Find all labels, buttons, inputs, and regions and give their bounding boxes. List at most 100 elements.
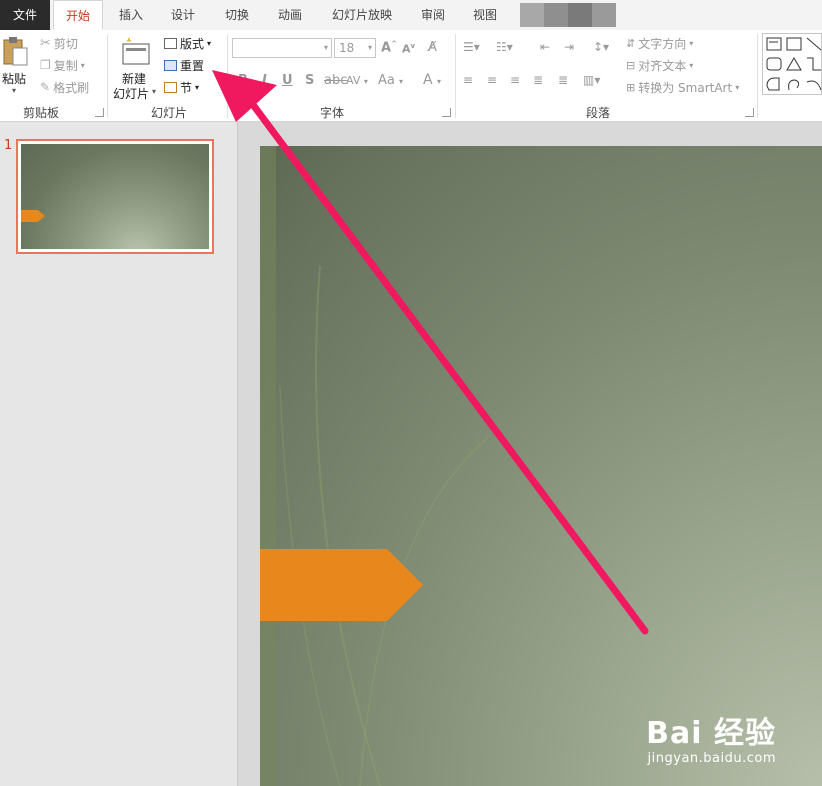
group-separator xyxy=(227,34,228,118)
group-separator xyxy=(455,34,456,118)
tab-transitions[interactable]: 切换 xyxy=(214,0,260,30)
format-painter-label: 格式刷 xyxy=(53,80,90,95)
paragraph-launcher-icon[interactable] xyxy=(745,108,754,117)
group-separator xyxy=(107,34,108,118)
chevron-down-icon: ▾ xyxy=(689,38,694,48)
tab-design[interactable]: 设计 xyxy=(160,0,206,30)
section-label: 节 xyxy=(180,80,193,95)
copy-icon: ❐ xyxy=(40,58,51,72)
paste-label: 粘贴 xyxy=(2,72,27,86)
chevron-down-icon: ▾ xyxy=(689,60,694,70)
chevron-down-icon: ▾ xyxy=(195,82,200,92)
slide-thumbnail[interactable] xyxy=(16,139,214,254)
shadow-button[interactable]: S xyxy=(305,73,314,88)
slide-thumbnail-pane: 1 xyxy=(0,122,237,786)
text-direction-icon: ⇵ xyxy=(626,36,636,50)
tab-slideshow[interactable]: 幻灯片放映 xyxy=(322,0,402,30)
copy-button[interactable]: ❐ 复制 ▾ xyxy=(40,55,85,75)
font-launcher-icon[interactable] xyxy=(442,108,451,117)
new-slide-icon xyxy=(122,37,150,65)
ribbon-home: 粘贴 ▾ ✂ 剪切 ❐ 复制 ▾ ✎ 格式刷 剪贴板 新建 幻灯片 ▾ 版式 ▾… xyxy=(0,30,822,122)
group-label-clipboard: 剪贴板 xyxy=(22,106,59,120)
align-center-icon[interactable]: ≡ xyxy=(487,73,497,87)
new-slide-label-2: 幻灯片 xyxy=(113,87,150,101)
cut-label: 剪切 xyxy=(53,36,78,51)
blurred-tab xyxy=(520,3,544,27)
shapes-gallery[interactable] xyxy=(762,33,822,95)
align-text-label: 对齐文本 xyxy=(638,58,687,73)
tab-review[interactable]: 审阅 xyxy=(410,0,456,30)
clipboard-launcher-icon[interactable] xyxy=(95,108,104,117)
chevron-down-icon: ▾ xyxy=(437,77,442,86)
numbering-icon[interactable]: ☷▾ xyxy=(496,40,513,54)
brush-icon: ✎ xyxy=(40,80,51,94)
layout-icon xyxy=(164,37,177,49)
font-color-label: A xyxy=(423,72,433,88)
distributed-icon[interactable]: ≣ xyxy=(558,73,568,87)
text-direction-label: 文字方向 xyxy=(638,36,687,51)
watermark-brand: Bai 经验 xyxy=(646,716,776,751)
tab-insert[interactable]: 插入 xyxy=(108,0,154,30)
format-painter-button[interactable]: ✎ 格式刷 xyxy=(40,77,89,97)
paste-icon xyxy=(3,37,28,66)
chevron-down-icon: ▾ xyxy=(367,43,372,52)
slide-edit-area: Bai 经验 jingyan.baidu.com xyxy=(238,122,822,786)
font-size-value: 18 xyxy=(339,41,355,55)
font-name-select[interactable]: ▾ xyxy=(232,38,332,58)
align-left-icon[interactable]: ≡ xyxy=(463,73,473,87)
grow-font-icon[interactable]: A^ xyxy=(381,40,397,55)
chevron-down-icon: ▾ xyxy=(207,38,212,48)
smartart-icon: ⊞ xyxy=(626,80,636,94)
bullets-icon[interactable]: ☰▾ xyxy=(463,40,480,54)
shrink-font-icon[interactable]: Av xyxy=(402,42,415,56)
cut-button[interactable]: ✂ 剪切 xyxy=(40,33,78,53)
font-size-select[interactable]: 18 ▾ xyxy=(334,38,376,58)
strikethrough-icon[interactable]: abc xyxy=(324,73,347,88)
copy-label: 复制 xyxy=(53,58,78,73)
tab-home[interactable]: 开始 xyxy=(53,0,103,30)
tab-animations[interactable]: 动画 xyxy=(267,0,313,30)
underline-button[interactable]: U xyxy=(282,73,293,88)
slide-number: 1 xyxy=(4,138,13,153)
watermark: Bai 经验 jingyan.baidu.com xyxy=(646,716,776,767)
chevron-down-icon: ▾ xyxy=(12,86,17,95)
justify-icon[interactable]: ≣ xyxy=(533,73,543,87)
watermark-url: jingyan.baidu.com xyxy=(647,751,776,766)
change-case-button[interactable]: Aa ▾ xyxy=(378,73,403,88)
group-separator xyxy=(757,34,758,118)
character-spacing-label: AV xyxy=(346,74,361,87)
slide-thumbnail-background xyxy=(21,144,209,249)
new-slide-button[interactable]: 新建 幻灯片 ▾ xyxy=(112,34,160,101)
slide-canvas[interactable] xyxy=(260,146,822,786)
convert-smartart-button[interactable]: ⊞ 转换为 SmartArt ▾ xyxy=(626,77,739,97)
align-text-button[interactable]: ⊟ 对齐文本 ▾ xyxy=(626,55,693,75)
character-spacing-button[interactable]: AV ▾ xyxy=(346,74,368,87)
group-label-paragraph: 段落 xyxy=(585,106,610,120)
font-color-button[interactable]: A ▾ xyxy=(423,72,441,88)
paste-button[interactable]: 粘贴 ▾ xyxy=(0,34,32,98)
chevron-down-icon: ▾ xyxy=(80,60,85,70)
chevron-down-icon: ▾ xyxy=(323,43,328,52)
layout-label: 版式 xyxy=(180,36,205,51)
section-button[interactable]: 节 ▾ xyxy=(164,77,199,97)
increase-indent-icon[interactable]: ⇥ xyxy=(564,40,574,54)
shapes-gallery-icons xyxy=(766,37,822,91)
columns-icon[interactable]: ▥▾ xyxy=(583,73,600,87)
reset-icon xyxy=(164,59,177,71)
text-direction-button[interactable]: ⇵ 文字方向 ▾ xyxy=(626,33,693,53)
align-text-icon: ⊟ xyxy=(626,58,636,72)
align-right-icon[interactable]: ≡ xyxy=(510,73,520,87)
chevron-down-icon: ▾ xyxy=(735,82,740,92)
decrease-indent-icon[interactable]: ⇤ xyxy=(540,40,550,54)
tab-file[interactable]: 文件 xyxy=(0,0,50,30)
group-label-slides: 幻灯片 xyxy=(150,106,187,120)
reset-button[interactable]: 重置 xyxy=(164,55,204,75)
italic-button[interactable]: I xyxy=(262,73,267,88)
line-spacing-icon[interactable]: ↕▾ xyxy=(593,40,609,54)
clear-format-icon[interactable]: A̸ xyxy=(428,40,437,55)
scissors-icon: ✂ xyxy=(40,35,51,51)
tab-view[interactable]: 视图 xyxy=(462,0,508,30)
chevron-down-icon: ▾ xyxy=(152,87,157,96)
bold-button[interactable]: B xyxy=(238,73,248,88)
layout-button[interactable]: 版式 ▾ xyxy=(164,33,211,53)
